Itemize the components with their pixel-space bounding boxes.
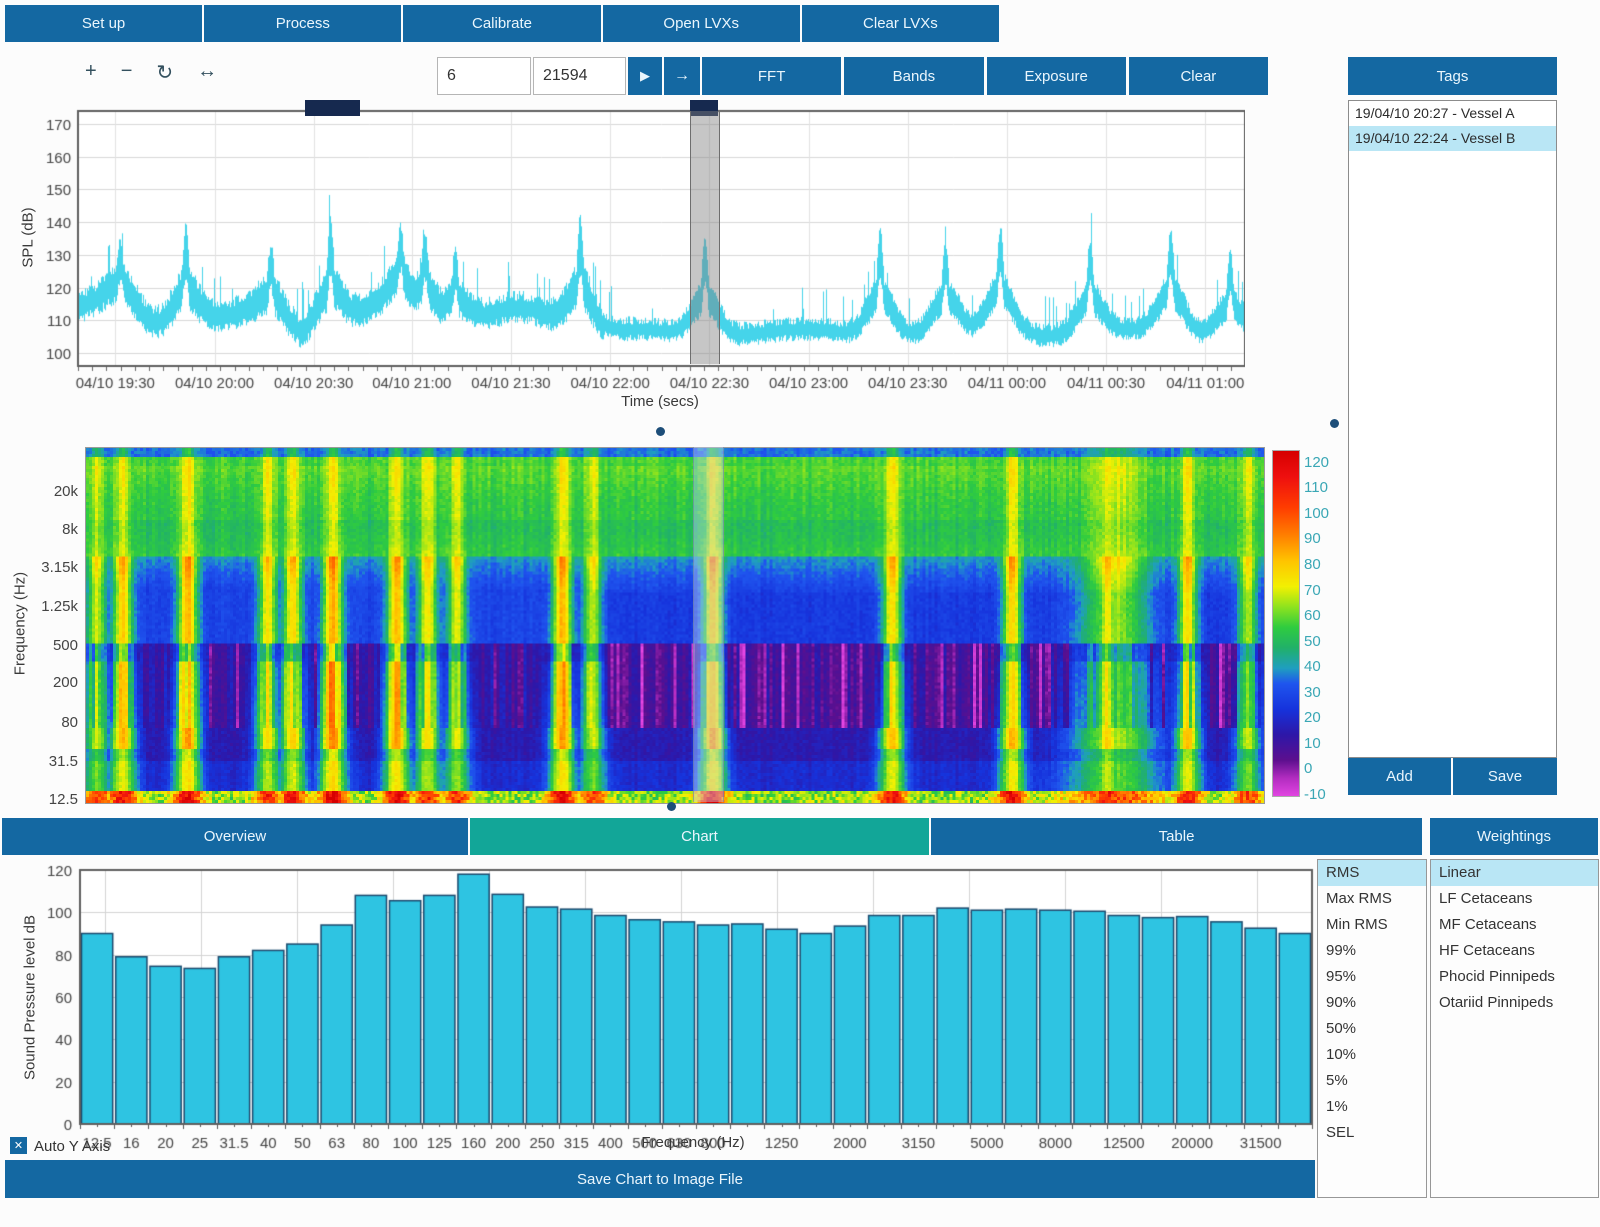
app-window: Set upProcessCalibrateOpen LVXsClear LVX…: [0, 0, 1600, 1227]
chart-zoom-controls: + − ↻ ↔: [85, 60, 217, 85]
index-input[interactable]: [437, 57, 531, 95]
weighting-item[interactable]: Otariid Pinnipeds: [1431, 990, 1598, 1016]
colorbar-tick-label: 50: [1304, 633, 1348, 650]
splitter-handle-top[interactable]: [656, 427, 665, 436]
spl-x-axis-title: Time (secs): [360, 393, 960, 410]
weighting-item[interactable]: Phocid Pinnipeds: [1431, 964, 1598, 990]
colorbar-tick-label: 20: [1304, 709, 1348, 726]
statistic-item-99pct[interactable]: 99%: [1318, 938, 1426, 964]
tab-chart[interactable]: Chart: [470, 818, 929, 855]
colorbar-tick-label: 0: [1304, 760, 1348, 777]
spectrogram-chart[interactable]: [85, 447, 1265, 804]
statistic-item-50pct[interactable]: 50%: [1318, 1016, 1426, 1042]
spectrogram-y-tick: 20k: [8, 483, 78, 500]
tab-weightings[interactable]: Weightings: [1430, 818, 1598, 855]
weightings-list: LinearLF CetaceansMF CetaceansHF Cetacea…: [1430, 859, 1599, 1198]
toolbar-button-calibrate[interactable]: Calibrate: [403, 5, 600, 42]
spectrogram-y-tick: 80: [8, 714, 78, 731]
zoom-in-icon[interactable]: +: [85, 60, 97, 85]
statistic-item-95pct[interactable]: 95%: [1318, 964, 1426, 990]
spectrogram-y-tick: 500: [8, 637, 78, 654]
save-chart-button[interactable]: Save Chart to Image File: [5, 1160, 1315, 1198]
reset-zoom-icon[interactable]: ↻: [156, 60, 173, 85]
statistic-item-max-rms[interactable]: Max RMS: [1318, 886, 1426, 912]
spectrogram-y-tick: 31.5: [8, 753, 78, 770]
bottom-tab-bar: OverviewChartTableWeightings: [0, 818, 1600, 855]
analysis-button-clear[interactable]: Clear: [1129, 57, 1268, 95]
tag-list-item[interactable]: 19/04/10 20:27 - Vessel A: [1349, 101, 1556, 126]
splitter-handle-bottom[interactable]: [667, 802, 676, 811]
bar-x-axis-title: Frequency (Hz): [393, 1134, 993, 1151]
toolbar-button-set-up[interactable]: Set up: [5, 5, 202, 42]
pan-horizontal-icon[interactable]: ↔: [197, 60, 217, 85]
play-button[interactable]: ▶: [628, 57, 662, 95]
analysis-button-bands[interactable]: Bands: [844, 57, 983, 95]
tag-list-item[interactable]: 19/04/10 22:24 - Vessel B: [1349, 126, 1556, 151]
save-tag-button[interactable]: Save: [1453, 758, 1557, 795]
colorbar-tick-label: 30: [1304, 684, 1348, 701]
spl-y-axis-title: SPL (dB): [20, 158, 37, 318]
tab-table[interactable]: Table: [931, 818, 1422, 855]
spl-timeseries-chart[interactable]: [30, 108, 1245, 410]
toolbar-button-process[interactable]: Process: [204, 5, 401, 42]
splitter-handle-right[interactable]: [1330, 419, 1339, 428]
colorbar-tick-label: 40: [1304, 658, 1348, 675]
spectrogram-y-tick: 12.5: [8, 791, 78, 808]
spectrogram-y-tick: 1.25k: [8, 598, 78, 615]
tags-list: 19/04/10 20:27 - Vessel A19/04/10 22:24 …: [1348, 100, 1557, 758]
colorbar-tick-label: 90: [1304, 530, 1348, 547]
colorbar-tick-label: 10: [1304, 735, 1348, 752]
toolbar-button-clear-lvxs[interactable]: Clear LVXs: [802, 5, 999, 42]
step-forward-button[interactable]: →: [664, 57, 700, 95]
colorbar-tick-label: 120: [1304, 454, 1348, 471]
colorbar-tick-label: 60: [1304, 607, 1348, 624]
spectrogram-colorbar: [1272, 450, 1300, 797]
statistic-item-rms[interactable]: RMS: [1318, 860, 1426, 886]
spectrogram-y-tick: 200: [8, 674, 78, 691]
tags-header-button[interactable]: Tags: [1348, 57, 1557, 95]
analysis-toolbar: FFTBandsExposureClear: [702, 57, 1268, 95]
add-tag-button[interactable]: Add: [1348, 758, 1451, 795]
toolbar-button-open-lvxs[interactable]: Open LVXs: [603, 5, 800, 42]
spectrogram-y-tick: 8k: [8, 521, 78, 538]
statistic-item-sel[interactable]: SEL: [1318, 1120, 1426, 1146]
statistics-list: RMSMax RMSMin RMS99%95%90%50%10%5%1%SEL: [1317, 859, 1427, 1198]
auto-y-axis-label: Auto Y Axis: [34, 1138, 110, 1155]
colorbar-tick-label: 110: [1304, 479, 1348, 496]
tag-time-marker[interactable]: [305, 100, 360, 116]
weighting-item[interactable]: HF Cetaceans: [1431, 938, 1598, 964]
time-selection-band[interactable]: [690, 111, 720, 364]
statistic-item-1pct[interactable]: 1%: [1318, 1094, 1426, 1120]
main-toolbar: Set upProcessCalibrateOpen LVXsClear LVX…: [5, 5, 999, 42]
weighting-item[interactable]: Linear: [1431, 860, 1598, 886]
statistic-item-5pct[interactable]: 5%: [1318, 1068, 1426, 1094]
analysis-button-exposure[interactable]: Exposure: [987, 57, 1126, 95]
colorbar-tick-label: 100: [1304, 505, 1348, 522]
statistic-item-90pct[interactable]: 90%: [1318, 990, 1426, 1016]
spectrogram-y-tick: 3.15k: [8, 559, 78, 576]
tab-overview[interactable]: Overview: [2, 818, 468, 855]
statistic-item-10pct[interactable]: 10%: [1318, 1042, 1426, 1068]
weighting-item[interactable]: MF Cetaceans: [1431, 912, 1598, 938]
colorbar-tick-label: -10: [1304, 786, 1348, 803]
zoom-out-icon[interactable]: −: [121, 60, 133, 85]
spectrogram-y-axis-title: Frequency (Hz): [12, 524, 29, 724]
bar-y-axis-title: Sound Pressure level dB: [22, 888, 39, 1108]
samples-input[interactable]: [533, 57, 626, 95]
colorbar-tick-label: 70: [1304, 582, 1348, 599]
statistic-item-min-rms[interactable]: Min RMS: [1318, 912, 1426, 938]
auto-y-axis-checkbox[interactable]: ✕: [10, 1137, 27, 1154]
band-level-bar-chart[interactable]: [5, 856, 1320, 1162]
analysis-button-fft[interactable]: FFT: [702, 57, 841, 95]
colorbar-tick-label: 80: [1304, 556, 1348, 573]
weighting-item[interactable]: LF Cetaceans: [1431, 886, 1598, 912]
spectrogram-selection-band[interactable]: [693, 447, 724, 802]
